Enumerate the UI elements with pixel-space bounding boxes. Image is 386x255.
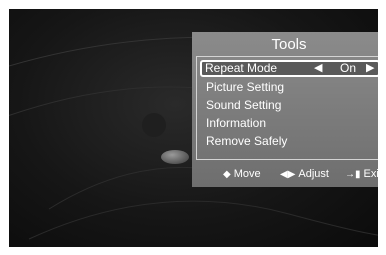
menu-item-label: Repeat Mode [205,61,278,75]
exit-label: Exit [363,168,378,180]
adjust-label: Adjust [298,168,329,180]
menu-item-label: Information [206,116,267,130]
decorative-stone [161,150,189,164]
move-label: Move [233,168,261,180]
exit-icon: →▮ [345,169,361,180]
menu-item-information[interactable]: Information [201,115,378,131]
menu-footer: ◆Move ◀▶Adjust →▮Exit [192,164,378,184]
menu-item-repeat-mode[interactable]: Repeat Mode ◀ On ▶ [200,60,378,77]
arrow-left-icon[interactable]: ◀ [314,62,322,75]
tools-menu-list: Repeat Mode ◀ On ▶ Picture Setting Sound… [196,56,378,160]
up-down-arrows-icon: ◆ [223,169,231,180]
menu-item-label: Remove Safely [206,134,288,148]
tools-menu-panel: Tools Repeat Mode ◀ On ▶ Picture Setting… [192,32,378,187]
adjust-hint: ◀▶ Adjust [280,164,329,185]
menu-item-label: Picture Setting [206,80,285,94]
move-hint: ◆ Move [223,164,261,185]
arrow-right-icon[interactable]: ▶ [366,62,374,75]
repeat-mode-value: On [339,61,356,75]
menu-item-picture-setting[interactable]: Picture Setting [201,79,378,95]
menu-item-remove-safely[interactable]: Remove Safely [201,133,378,149]
tv-screen: Tools Repeat Mode ◀ On ▶ Picture Setting… [9,9,378,247]
tools-menu-title: Tools [271,36,307,53]
menu-item-label: Sound Setting [206,98,282,112]
exit-hint[interactable]: →▮Exit [345,164,378,185]
menu-item-sound-setting[interactable]: Sound Setting [201,97,378,113]
left-right-arrows-icon: ◀▶ [280,169,296,180]
